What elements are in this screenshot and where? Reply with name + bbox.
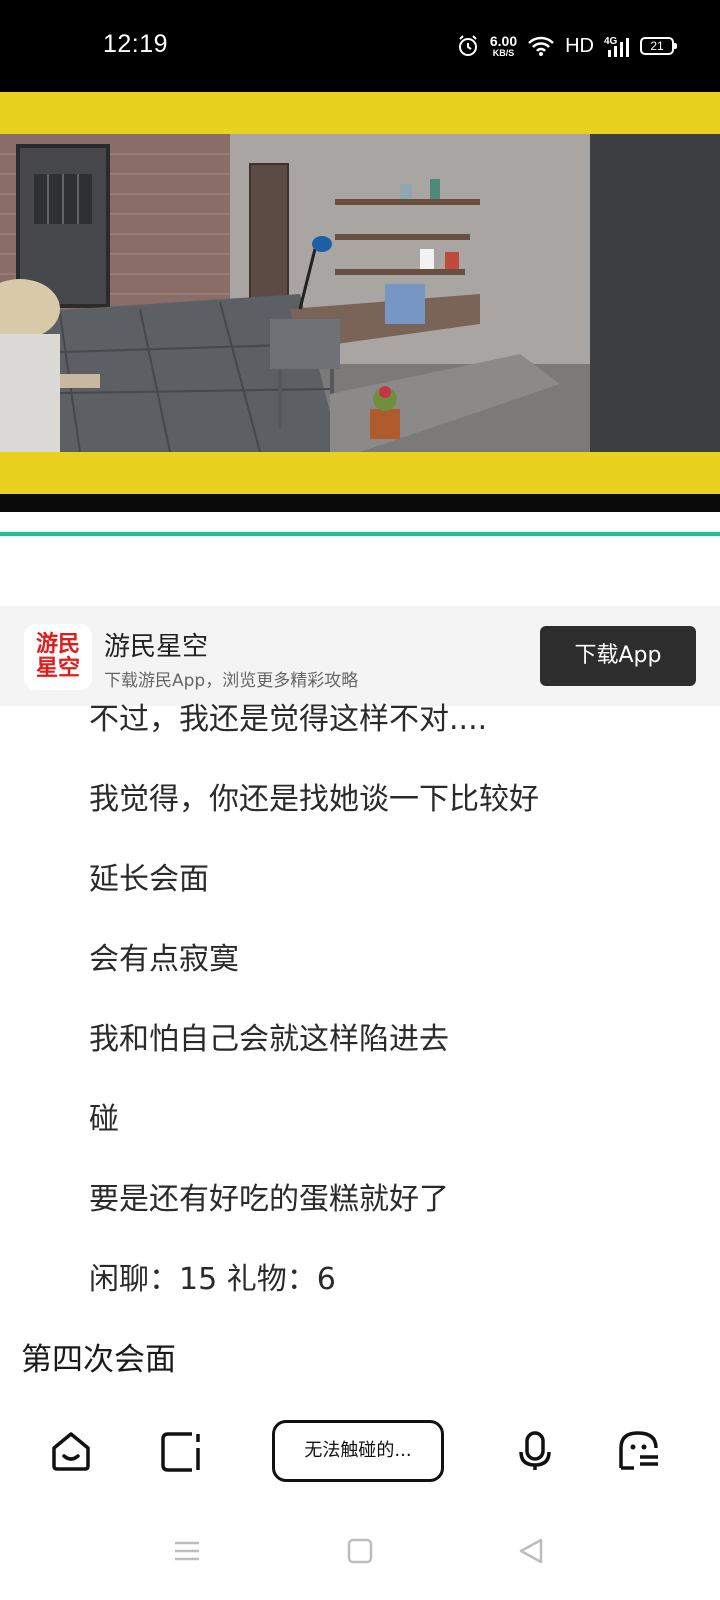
home-icon[interactable] — [48, 1428, 94, 1474]
stats-line: 闲聊：15 礼物：6 — [89, 1262, 336, 1297]
system-nav-bar — [0, 1500, 720, 1600]
section-heading: 第四次会面 — [21, 1342, 176, 1378]
download-app-button[interactable]: 下载App — [540, 626, 696, 686]
video-band-bottom — [0, 452, 720, 494]
video-player[interactable] — [0, 92, 720, 525]
logo-text-line1: 游民 — [35, 632, 80, 657]
dialogue-line: 我和怕自己会就这样陷进去 — [89, 1022, 449, 1057]
speed-value: 6.00 — [489, 33, 518, 49]
dialogue-line: 会有点寂寞 — [89, 942, 239, 977]
network-type: 4G — [604, 36, 618, 47]
tabs-icon[interactable] — [158, 1428, 204, 1474]
assistant-icon[interactable] — [616, 1428, 662, 1474]
progress-divider — [0, 532, 720, 536]
split-handle[interactable] — [334, 519, 388, 525]
dialogue-line: 要是还有好吃的蛋糕就好了 — [89, 1182, 449, 1217]
signal-icon: 4G — [604, 36, 629, 57]
logo-text-line2: 星空 — [35, 656, 80, 681]
menu-icon[interactable] — [172, 1536, 202, 1566]
status-icons: 6.00 KB/S HD 4G 21 — [456, 30, 677, 62]
dialogue-line: 我觉得，你还是找她谈一下比较好 — [89, 782, 539, 817]
dialogue-line: 延长会面 — [89, 862, 209, 897]
browser-toolbar: 无法触碰的... — [0, 1400, 720, 1500]
video-band-top — [0, 92, 720, 134]
mic-icon[interactable] — [512, 1428, 558, 1474]
game-scene-image — [0, 134, 720, 452]
network-speed: 6.00 KB/S — [490, 34, 517, 58]
wifi-icon — [528, 36, 554, 56]
alarm-icon — [458, 35, 477, 56]
speed-unit: KB/S — [492, 48, 515, 58]
search-bar[interactable]: 无法触碰的... — [272, 1420, 444, 1482]
dialogue-line: 碰 — [89, 1102, 119, 1137]
app-name: 游民星空 — [104, 632, 209, 662]
app-subtitle: 下载游民App，浏览更多精彩攻略 — [104, 671, 359, 691]
battery-icon: 21 — [640, 37, 677, 55]
status-bar: 12:19 6.00 KB/S HD 4G 21 — [0, 0, 720, 92]
status-time: 12:19 — [103, 30, 169, 58]
app-logo: 游民 星空 — [24, 624, 92, 690]
app-download-banner[interactable]: 游民 星空 游民星空 下载游民App，浏览更多精彩攻略 下载App — [0, 606, 720, 706]
hd-label: HD — [565, 34, 594, 57]
home-square-icon[interactable] — [345, 1536, 375, 1566]
back-icon[interactable] — [516, 1536, 546, 1566]
dialogue-line: 不过，我还是觉得这样不对.... — [89, 702, 488, 737]
